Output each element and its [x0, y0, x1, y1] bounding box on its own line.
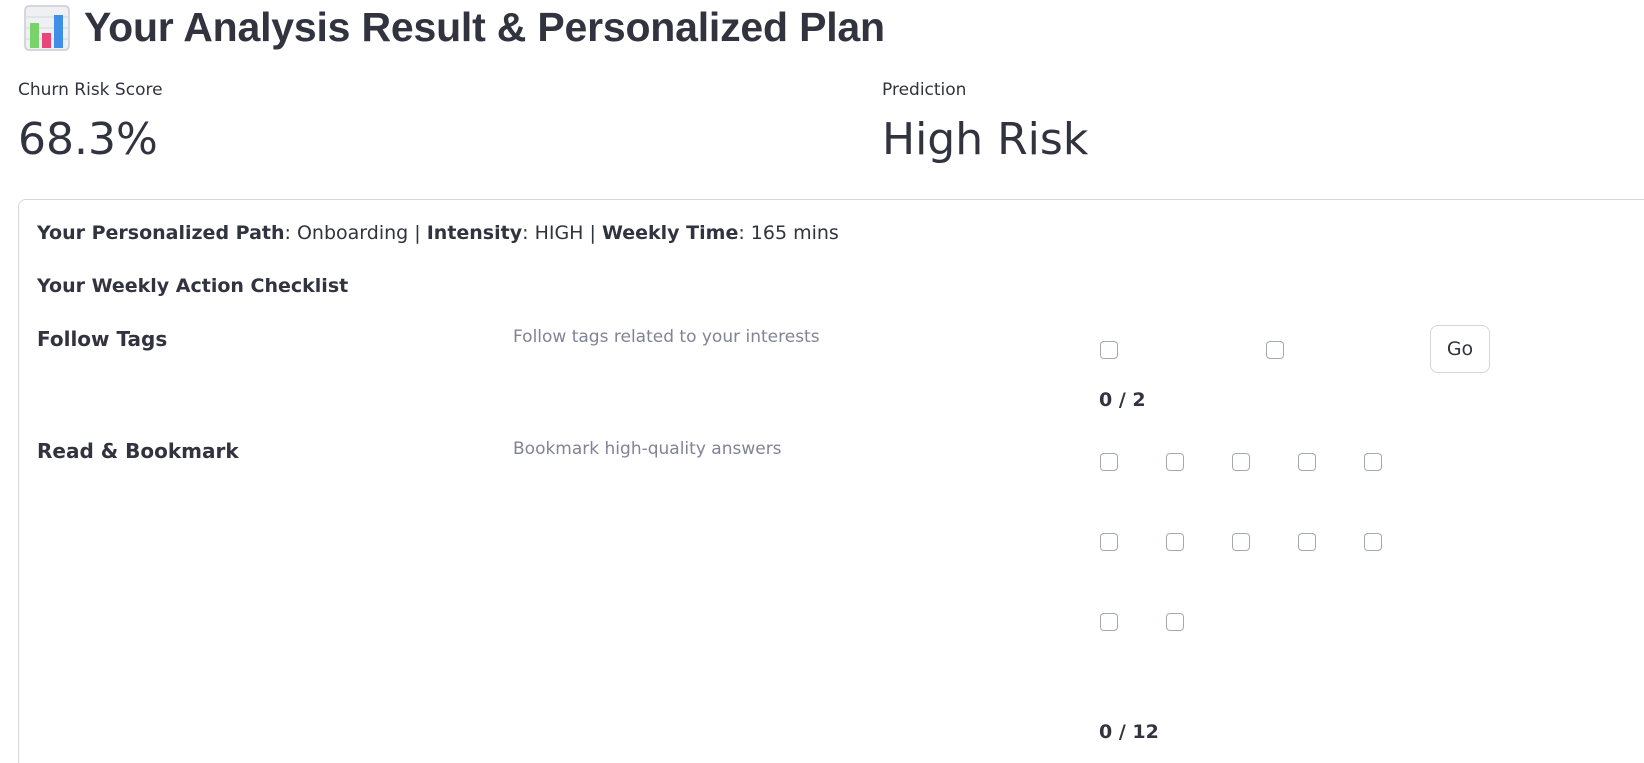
bookmark-checkbox-2[interactable]	[1166, 453, 1184, 471]
bookmark-checkbox-9[interactable]	[1298, 533, 1316, 551]
bookmark-checkbox-5[interactable]	[1364, 453, 1382, 471]
bookmark-checkbox-3[interactable]	[1232, 453, 1250, 471]
prediction-metric: Prediction High Risk	[882, 80, 1088, 165]
churn-risk-value: 68.3%	[18, 114, 158, 165]
churn-risk-label: Churn Risk Score	[18, 80, 163, 100]
bookmark-checkbox-8[interactable]	[1232, 533, 1250, 551]
bookmark-checkbox-11[interactable]	[1100, 613, 1118, 631]
read-bookmark-progress: 0 / 12	[1099, 721, 1159, 743]
intensity-label: Intensity	[426, 222, 523, 244]
bookmark-checkbox-12[interactable]	[1166, 613, 1184, 631]
bar-chart-icon	[24, 4, 70, 51]
intensity-value: HIGH	[534, 222, 584, 244]
bookmark-checkbox-7[interactable]	[1166, 533, 1184, 551]
task-name-read-bookmark: Read & Bookmark	[37, 439, 239, 463]
analysis-page: Your Analysis Result & Personalized Plan…	[0, 0, 1644, 763]
bookmark-checkbox-10[interactable]	[1364, 533, 1382, 551]
path-label: Your Personalized Path	[37, 222, 285, 244]
follow-tags-progress: 0 / 2	[1099, 389, 1146, 411]
bookmark-checkbox-4[interactable]	[1298, 453, 1316, 471]
churn-risk-metric: Churn Risk Score 68.3%	[18, 80, 163, 165]
bookmark-checkbox-6[interactable]	[1100, 533, 1118, 551]
weekly-time-label: Weekly Time	[601, 222, 739, 244]
separator: |	[414, 222, 421, 244]
follow-tags-checkbox-2[interactable]	[1266, 341, 1284, 359]
weekly-time-value: 165 mins	[750, 222, 839, 244]
go-button[interactable]: Go	[1430, 325, 1490, 373]
prediction-label: Prediction	[882, 80, 967, 100]
task-name-follow-tags: Follow Tags	[37, 327, 168, 351]
follow-tags-checkbox-1[interactable]	[1100, 341, 1118, 359]
bookmark-checkbox-1[interactable]	[1100, 453, 1118, 471]
task-description-read-bookmark: Bookmark high-quality answers	[513, 439, 782, 459]
prediction-value: High Risk	[882, 114, 1089, 165]
page-header: Your Analysis Result & Personalized Plan	[24, 4, 885, 51]
task-description-follow-tags: Follow tags related to your interests	[513, 327, 820, 347]
path-value: Onboarding	[296, 222, 409, 244]
checklist-title: Your Weekly Action Checklist	[37, 275, 349, 297]
separator: |	[589, 222, 596, 244]
page-title: Your Analysis Result & Personalized Plan	[84, 4, 885, 50]
personalized-path-line: Your Personalized Path: Onboarding | Int…	[37, 222, 839, 244]
